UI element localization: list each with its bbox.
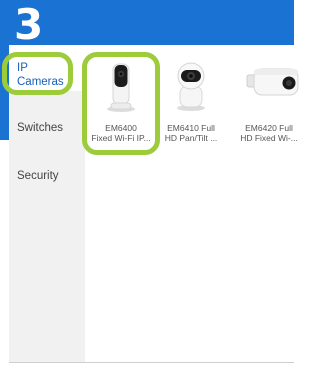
product-em6410[interactable]: EM6410 Full HD Pan/Tilt ... [151, 59, 231, 143]
ip-cameras-highlight [2, 52, 73, 95]
sidebar-item-security[interactable]: Security [9, 158, 85, 198]
bullet-camera-icon [239, 59, 299, 113]
sidebar-item-label: Switches [17, 122, 64, 134]
panel-divider [9, 362, 294, 363]
sidebar-item-switches[interactable]: Switches [9, 107, 85, 147]
product-em6420[interactable]: EM6420 Full HD Fixed Wi-... [229, 59, 309, 143]
sidebar-item-label: Security [17, 170, 59, 182]
product-highlight [82, 52, 160, 155]
product-name: EM6420 Full HD Fixed Wi-... [240, 123, 298, 143]
pan-tilt-camera-icon [161, 59, 221, 113]
product-name: EM6410 Full HD Pan/Tilt ... [164, 123, 218, 143]
step-number: 3 [14, 0, 44, 49]
